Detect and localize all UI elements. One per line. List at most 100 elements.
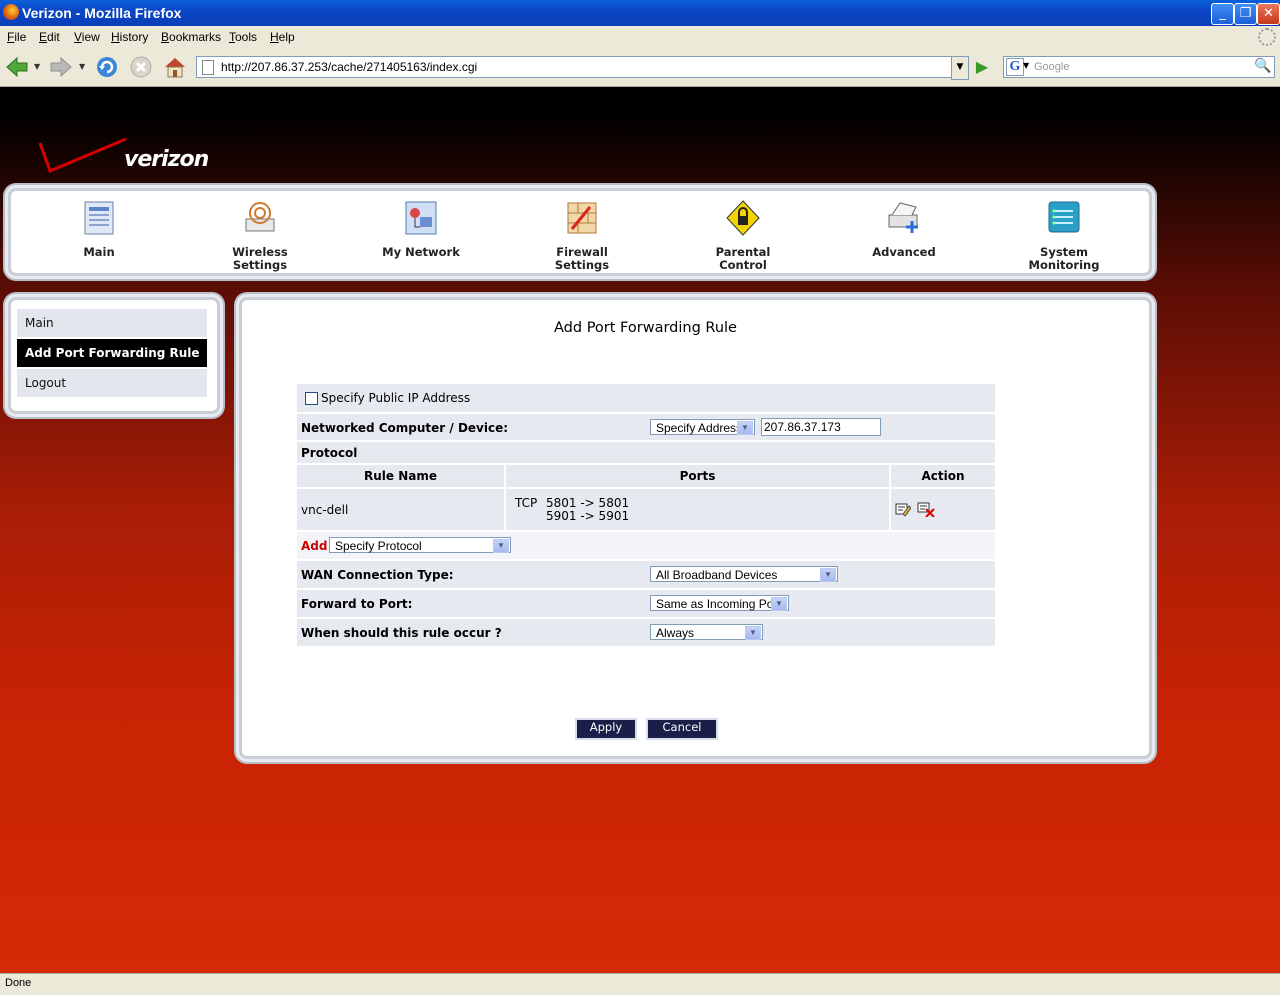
menu-file[interactable]: File [7,30,26,44]
networked-computer-select[interactable]: Specify Address ▼ [650,419,755,435]
add-protocol-select-value: Specify Protocol [335,539,422,553]
wan-connection-select-value: All Broadband Devices [656,568,778,582]
add-label: Add [301,539,328,553]
nav-firewall-label-2: Settings [554,258,610,272]
add-protocol-select[interactable]: Specify Protocol ▼ [329,537,511,553]
go-icon[interactable]: ▶ [972,57,992,77]
forward-history-dropdown-icon[interactable]: ▼ [79,62,85,71]
menu-bar: File Edit View History Bookmarks Tools H… [0,26,1280,48]
schedule-select[interactable]: Always ▼ [650,624,763,640]
forward-to-port-row: Forward to Port: Same as Incoming Port ▼ [297,590,995,619]
sidebar-item-add-port-forwarding-rule[interactable]: Add Port Forwarding Rule [17,339,207,367]
minimize-button[interactable]: _ [1211,3,1234,25]
delete-icon[interactable] [917,501,935,517]
networked-address-input[interactable]: 207.86.37.173 [761,418,881,436]
nav-advanced-label: Advanced [872,245,936,259]
networked-computer-row: Networked Computer / Device: Specify Add… [297,414,995,442]
search-box[interactable]: G ▼ Google 🔍 [1003,56,1275,78]
throbber-icon [1258,28,1276,46]
page-content: verizon Main Wireless Settings My Networ… [0,87,1280,973]
menu-edit[interactable]: Edit [39,30,60,44]
search-engine-icon[interactable]: G [1006,58,1024,76]
sidebar-item-logout[interactable]: Logout [17,369,207,397]
parental-lock-icon [726,200,760,236]
wan-connection-select[interactable]: All Broadband Devices ▼ [650,566,838,582]
stop-icon[interactable] [128,54,154,80]
nav-parental-control[interactable]: Parental Control [703,199,783,272]
home-icon[interactable] [162,54,188,80]
system-monitoring-icon [1048,201,1080,233]
firefox-icon [3,4,19,20]
chevron-down-icon: ▼ [771,597,787,611]
reload-icon[interactable] [94,54,120,80]
forward-to-port-select-value: Same as Incoming Port [656,597,781,611]
menu-tools[interactable]: Tools [229,30,257,44]
menu-bookmarks[interactable]: Bookmarks [161,30,221,44]
networked-computer-label: Networked Computer / Device: [301,421,509,435]
cancel-button[interactable]: Cancel [646,718,718,740]
close-button[interactable]: ✕ [1257,3,1280,25]
specify-public-ip-label: Specify Public IP Address [321,391,471,405]
main-icon [84,201,114,235]
rule-protocol: TCP [515,496,538,510]
page-icon [202,60,214,75]
nav-my-network-label: My Network [382,245,460,259]
rule-name-header: Rule Name [297,465,506,487]
chevron-down-icon: ▼ [745,626,761,640]
edit-icon[interactable] [895,501,911,517]
window-title: Verizon - Mozilla Firefox [22,5,182,21]
top-navigation: Main Wireless Settings My Network Firewa… [8,188,1152,276]
status-text: Done [5,977,32,989]
sidebar-item-main[interactable]: Main [17,309,207,337]
nav-advanced[interactable]: Advanced [864,199,944,259]
status-bar: Done [0,973,1280,995]
advanced-icon [888,202,918,233]
address-text: http://207.86.37.253/cache/271405163/ind… [221,60,478,74]
action-header: Action [921,469,965,483]
main-panel: Add Port Forwarding Rule Specify Public … [239,297,1152,759]
forward-to-port-label: Forward to Port: [301,597,413,611]
nav-system-monitoring[interactable]: System Monitoring [1018,199,1110,272]
rule-name-value: vnc-dell [301,503,349,517]
logo-wordmark: verizon [124,147,209,172]
schedule-row: When should this rule occur ? Always ▼ [297,619,995,648]
maximize-button[interactable]: ❐ [1234,3,1257,25]
url-history-dropdown-icon[interactable]: ▼ [951,56,969,80]
chevron-down-icon: ▼ [493,539,509,553]
page-title: Add Port Forwarding Rule [554,320,737,336]
firewall-icon [567,202,597,234]
back-history-dropdown-icon[interactable]: ▼ [34,62,40,71]
verizon-logo: verizon [38,137,224,181]
apply-button[interactable]: Apply [575,718,637,740]
protocol-table-header: Rule Name Ports Action [297,465,995,489]
specify-public-ip-checkbox[interactable] [305,392,318,405]
nav-wireless-label-2: Settings [232,258,288,272]
networked-computer-select-value: Specify Address [656,421,743,435]
ports-header: Ports [506,465,891,487]
window-titlebar: Verizon - Mozilla Firefox _ ❐ ✕ [0,0,1280,26]
menu-help[interactable]: Help [270,30,295,44]
wan-connection-row: WAN Connection Type: All Broadband Devic… [297,561,995,590]
menu-history[interactable]: History [111,30,148,44]
add-protocol-row: Add Specify Protocol ▼ [297,532,995,561]
forward-icon[interactable] [48,54,74,80]
back-icon[interactable] [4,54,30,80]
protocol-label: Protocol [301,446,358,460]
schedule-select-value: Always [656,626,695,640]
specify-public-ip-row: Specify Public IP Address [297,384,995,414]
wireless-icon [245,202,275,232]
forward-to-port-select[interactable]: Same as Incoming Port ▼ [650,595,789,611]
nav-main-label: Main [83,245,115,259]
nav-wireless-settings[interactable]: Wireless Settings [220,199,300,272]
menu-view[interactable]: View [74,30,100,44]
rule-ports-line-1: 5801 -> 5801 [546,496,630,510]
search-icon[interactable]: 🔍 [1253,58,1273,76]
nav-system-label-2: Monitoring [1028,258,1100,272]
nav-main[interactable]: Main [59,199,139,259]
schedule-label: When should this rule occur ? [301,626,502,640]
rule-ports-line-2: 5901 -> 5901 [546,509,630,523]
nav-my-network[interactable]: My Network [375,199,467,259]
address-bar[interactable]: http://207.86.37.253/cache/271405163/ind… [196,56,952,78]
nav-firewall-settings[interactable]: Firewall Settings [542,199,622,272]
search-engine-dropdown-icon[interactable]: ▼ [1023,61,1029,70]
